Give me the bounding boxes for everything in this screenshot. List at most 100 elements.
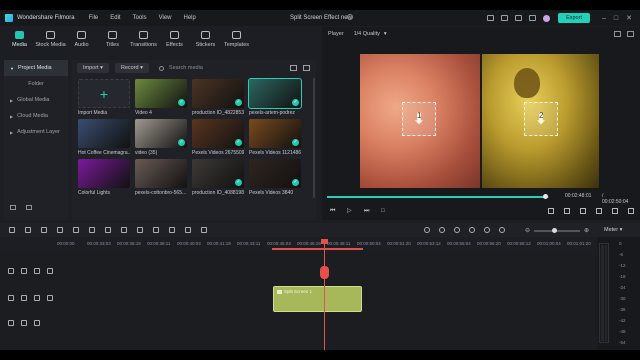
media-item[interactable]: ✓ video (35)	[135, 119, 187, 156]
notification-icon[interactable]	[529, 15, 537, 21]
media-item[interactable]: ✓ Pexels Videos 1121486	[249, 119, 301, 156]
speaker-icon[interactable]	[34, 320, 40, 326]
volume-icon[interactable]	[612, 208, 618, 214]
media-item[interactable]: + Import Media	[78, 79, 130, 116]
drop-zone-1[interactable]: ⬇ 1	[402, 102, 436, 136]
eye-icon[interactable]	[47, 268, 53, 274]
sidebar-item-cloud-media[interactable]: ▶ Cloud Media	[4, 108, 68, 124]
speaker-icon[interactable]	[34, 268, 40, 274]
menu-edit[interactable]: Edit	[110, 15, 120, 21]
speed-icon[interactable]	[137, 227, 143, 233]
avatar[interactable]	[543, 14, 551, 22]
playhead[interactable]	[324, 243, 325, 350]
speaker-icon[interactable]	[34, 295, 40, 301]
lock-icon[interactable]	[21, 268, 27, 274]
mark-in-icon[interactable]	[548, 208, 554, 214]
zoom-slider[interactable]: ⊖ ⊕	[525, 227, 589, 234]
tab-templates[interactable]: Templates	[221, 27, 252, 57]
shield-icon[interactable]	[439, 227, 445, 233]
lock-icon[interactable]	[21, 295, 27, 301]
minimize-icon[interactable]: –	[602, 15, 606, 22]
work-area-range[interactable]	[272, 248, 363, 250]
tab-transitions[interactable]: Transitions	[128, 27, 159, 57]
media-item[interactable]: Colorful Lights	[78, 159, 130, 196]
quality-dropdown[interactable]: 1/4 Quality ▾	[354, 31, 387, 37]
new-folder-icon[interactable]	[10, 205, 16, 210]
playhead-handle[interactable]	[320, 266, 329, 279]
stop-icon[interactable]: □	[381, 208, 387, 214]
tab-titles[interactable]: Titles	[97, 27, 128, 57]
sidebar-item-adjustment-layer[interactable]: ▶ Adjustment Layer	[4, 124, 68, 140]
import-dropdown[interactable]: Import ▾	[77, 63, 109, 73]
menu-view[interactable]: View	[159, 15, 172, 21]
media-scrollbar[interactable]	[313, 78, 315, 198]
more-icon[interactable]	[303, 65, 310, 71]
sidebar-item-project-media[interactable]: ▼ Project Media	[4, 60, 68, 76]
menu-help[interactable]: Help	[184, 15, 196, 21]
drop-zone-2[interactable]: ⬇ 2	[524, 102, 558, 136]
mark-out-icon[interactable]	[564, 208, 570, 214]
prev-frame-icon[interactable]: ⏮	[330, 208, 336, 214]
maximize-icon[interactable]: □	[614, 15, 618, 22]
search-input[interactable]: Search media	[158, 65, 203, 71]
undo-icon[interactable]	[25, 227, 31, 233]
import-plus-icon[interactable]: +	[78, 79, 130, 108]
zoom-in-icon[interactable]: ⊕	[584, 227, 589, 234]
export-button[interactable]: Export	[558, 13, 590, 23]
display-settings-icon[interactable]	[580, 208, 586, 214]
render-icon[interactable]	[424, 227, 430, 233]
tab-stock-media[interactable]: Stock Media	[35, 27, 66, 57]
media-item[interactable]: ✓ Video 4	[135, 79, 187, 116]
snapshot-icon[interactable]	[596, 208, 602, 214]
sidebar-item-folder[interactable]: Folder	[4, 76, 68, 92]
tab-stickers[interactable]: Stickers	[190, 27, 221, 57]
ai-icon[interactable]	[484, 227, 490, 233]
snapshot-icon[interactable]	[614, 31, 621, 37]
text-icon[interactable]	[121, 227, 127, 233]
redo-icon[interactable]	[41, 227, 47, 233]
audio-icon[interactable]	[185, 227, 191, 233]
meter-label[interactable]: Meter ▾	[604, 227, 622, 233]
timer-icon[interactable]	[153, 227, 159, 233]
media-item[interactable]: ✓ production ID_4088198	[192, 159, 244, 196]
media-item[interactable]: Hot Coffee Cinemagra...	[78, 119, 130, 156]
display-icon[interactable]	[487, 15, 495, 21]
folder-icon[interactable]	[26, 205, 32, 210]
layout-icon[interactable]	[9, 227, 15, 233]
snap-icon[interactable]	[499, 227, 505, 233]
delete-icon[interactable]	[57, 227, 63, 233]
filter-icon[interactable]	[290, 65, 297, 71]
layout-icon[interactable]	[515, 15, 523, 21]
close-icon[interactable]: ✕	[626, 14, 632, 22]
mic-icon[interactable]	[454, 227, 460, 233]
tab-audio[interactable]: Audio	[66, 27, 97, 57]
record-dropdown[interactable]: Record ▾	[114, 63, 149, 73]
preview-canvas[interactable]: ⬇ 1 ⬇ 2	[360, 54, 599, 188]
tab-effects[interactable]: Effects	[159, 27, 190, 57]
next-frame-icon[interactable]: ⏭	[364, 208, 370, 214]
audio-mix-icon[interactable]	[469, 227, 475, 233]
media-item[interactable]: ✓ Pexels Videos 2675509	[192, 119, 244, 156]
zoom-out-icon[interactable]: ⊖	[525, 227, 530, 234]
fullscreen-icon[interactable]	[628, 208, 634, 214]
play-icon[interactable]: ▷	[347, 208, 353, 214]
playback-progress[interactable]: 00:02:48:01 / 00:02:50:04	[327, 193, 631, 205]
color-icon[interactable]	[169, 227, 175, 233]
media-item[interactable]: ✓ production ID_4822853	[192, 79, 244, 116]
sidebar-item-global-media[interactable]: ▶ Global Media	[4, 92, 68, 108]
crop-icon[interactable]	[89, 227, 95, 233]
media-item[interactable]: ✓ pexels-artem-podrez	[248, 78, 302, 116]
timeline-clip[interactable]: Split Screen 1	[273, 286, 362, 312]
progress-handle[interactable]	[543, 194, 549, 199]
save-icon[interactable]	[501, 15, 509, 21]
menu-tools[interactable]: Tools	[133, 15, 147, 21]
media-item[interactable]: ✓ Pexels Videos 3840	[249, 159, 301, 196]
menu-file[interactable]: File	[89, 15, 99, 21]
media-item[interactable]: pexels-cottonbro-565...	[135, 159, 187, 196]
tag-icon[interactable]	[105, 227, 111, 233]
zoom-handle[interactable]	[552, 227, 558, 233]
eye-icon[interactable]	[47, 295, 53, 301]
info-icon[interactable]	[347, 14, 353, 20]
split-icon[interactable]	[73, 227, 79, 233]
tab-media[interactable]: Media	[4, 27, 35, 57]
